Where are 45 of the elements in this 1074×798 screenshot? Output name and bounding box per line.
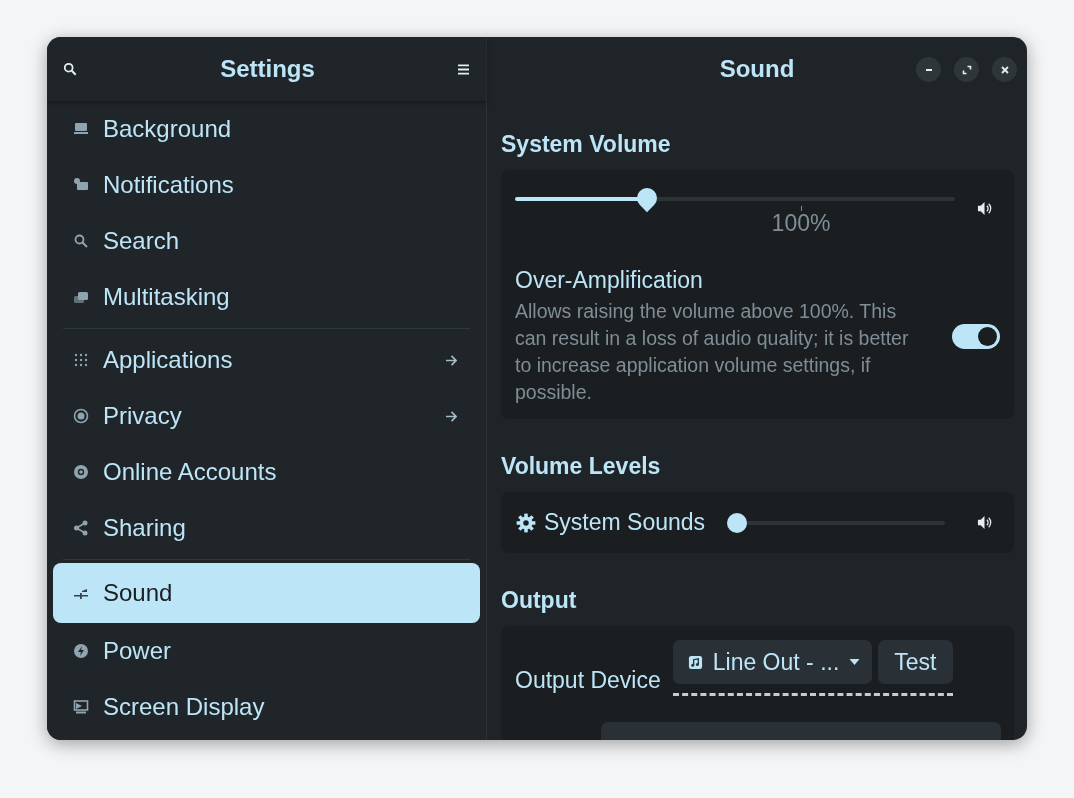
sidebar-item[interactable]: Privacy [53, 388, 480, 444]
sidebar-item[interactable]: Notifications [53, 157, 480, 213]
setting-title: Over-Amplification [515, 267, 704, 294]
stream-label: System Sounds [544, 509, 706, 536]
sidebar-item[interactable]: Sound [53, 563, 480, 623]
sidebar-item[interactable]: Online Accounts [53, 444, 480, 500]
close-icon [999, 64, 1010, 75]
music-note-icon [687, 654, 703, 670]
maximize-icon [961, 64, 972, 75]
field-label: Output Device [515, 667, 661, 694]
display-icon [73, 699, 89, 715]
sidebar-item[interactable]: Screen Display [53, 679, 480, 735]
close-button[interactable] [992, 57, 1017, 82]
section-heading: System Volume [501, 131, 672, 158]
setting-description: Allows raising the volume above 100%. This can result in a loss of audio quality; it is better to increase application volume settings, if possible. [515, 299, 910, 405]
search-icon[interactable] [63, 62, 77, 76]
caret-icon [849, 659, 861, 665]
sidebar-item[interactable]: Power [53, 623, 480, 679]
maximize-button[interactable] [954, 57, 979, 82]
sidebar-item[interactable]: Background [53, 101, 480, 157]
slider-thumb[interactable] [727, 512, 748, 533]
sidebar-title: Settings [220, 55, 315, 83]
menu-icon[interactable] [458, 63, 469, 75]
speaker-icon[interactable] [977, 515, 992, 530]
gear-icon [516, 512, 536, 533]
applications-icon [73, 352, 89, 368]
section-heading: Output [501, 587, 578, 614]
multitasking-icon [73, 289, 89, 305]
sidebar-item[interactable]: Multitasking [53, 269, 480, 325]
sidebar-item[interactable]: Applications [53, 332, 480, 388]
sidebar-item[interactable]: Sharing [53, 500, 480, 556]
volume-slider[interactable] [727, 511, 945, 534]
volume-slider[interactable] [515, 188, 955, 210]
search-icon [73, 233, 89, 249]
device-dropdown[interactable]: Line Out - ... [672, 640, 873, 684]
slider-mark-label: 100% [771, 210, 831, 237]
page-title: Sound [719, 55, 795, 83]
toggle-switch[interactable] [952, 324, 1000, 349]
privacy-icon [73, 408, 89, 424]
speaker-icon[interactable] [977, 201, 992, 216]
test-button[interactable]: Test [878, 640, 953, 684]
sharing-icon [73, 520, 89, 536]
section-heading: Volume Levels [501, 453, 662, 480]
power-icon [73, 643, 89, 659]
sidebar-item[interactable]: Search [53, 213, 480, 269]
